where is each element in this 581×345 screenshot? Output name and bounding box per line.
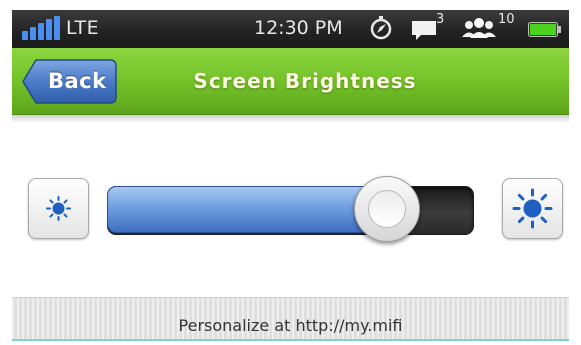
- title-shadow: [12, 115, 569, 123]
- back-label: Back: [48, 69, 107, 93]
- title-bar: Back Screen Brightness: [12, 48, 569, 115]
- screen: LTE 12:30 PM 3 10 Back Screen Brightness…: [12, 10, 569, 341]
- status-bar: LTE 12:30 PM 3 10: [12, 10, 569, 48]
- back-button[interactable]: Back: [22, 59, 117, 104]
- users-count: 10: [498, 12, 515, 27]
- network-type: LTE: [66, 17, 100, 39]
- clock: 12:30 PM: [254, 17, 343, 39]
- sun-small-icon: [46, 196, 71, 221]
- signal-bars-icon: [22, 16, 68, 40]
- users-icon: [462, 18, 496, 38]
- footer: Personalize at http://my.mifi: [12, 297, 569, 341]
- increase-brightness-button[interactable]: [502, 178, 563, 239]
- brightness-slider-thumb[interactable]: [353, 176, 420, 242]
- message-count: 3: [436, 12, 445, 27]
- footer-divider: [12, 339, 569, 341]
- page-title: Screen Brightness: [193, 69, 417, 93]
- compass-icon: [370, 16, 392, 40]
- footer-link-text[interactable]: Personalize at http://my.mifi: [12, 316, 569, 335]
- message-icon: [412, 21, 436, 40]
- brightness-slider-fill: [107, 186, 386, 233]
- battery-icon: [528, 22, 561, 37]
- decrease-brightness-button[interactable]: [28, 178, 89, 239]
- sun-large-icon: [512, 188, 553, 229]
